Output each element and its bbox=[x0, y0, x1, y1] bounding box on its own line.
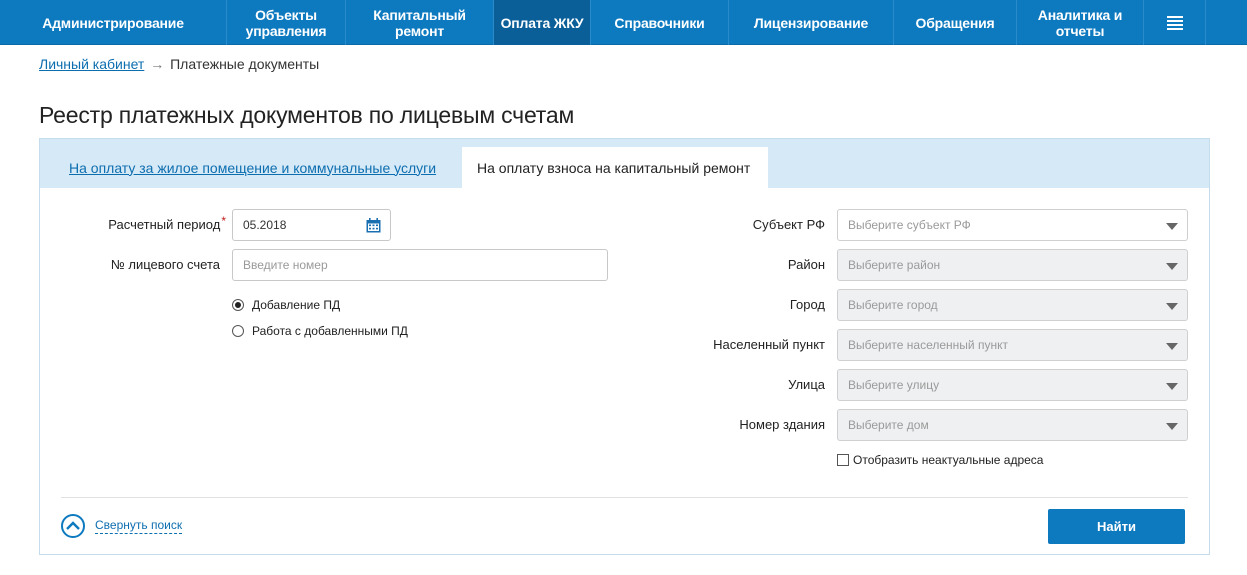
nav-item-administration[interactable]: Администрирование bbox=[0, 0, 227, 45]
city-label: Город bbox=[789, 297, 825, 312]
nav-item-label: Справочники bbox=[614, 14, 705, 31]
district-placeholder: Выберите район bbox=[848, 258, 941, 272]
building-placeholder: Выберите дом bbox=[848, 418, 929, 432]
street-select[interactable]: Выберите улицу bbox=[837, 369, 1188, 401]
district-select[interactable]: Выберите район bbox=[837, 249, 1188, 281]
street-label: Улица bbox=[788, 377, 825, 392]
district-label: Район bbox=[787, 257, 825, 272]
nav-item-label: Обращения bbox=[915, 14, 995, 31]
collapse-search-label: Свернуть поиск bbox=[95, 518, 183, 534]
tab-capital-repair[interactable]: На оплату взноса на капитальный ремонт bbox=[462, 147, 768, 188]
nav-item-references[interactable]: Справочники bbox=[591, 0, 729, 45]
show-inactive-checkbox[interactable]: Отобразить неактуальные адреса bbox=[837, 453, 1043, 467]
checkbox-icon bbox=[837, 454, 849, 466]
top-navigation: Администрирование Объекты управления Кап… bbox=[0, 0, 1247, 45]
account-number-input[interactable]: Введите номер bbox=[232, 249, 608, 281]
nav-item-housing-payment[interactable]: Оплата ЖКУ bbox=[494, 0, 591, 45]
chevron-down-icon bbox=[1166, 223, 1178, 230]
city-placeholder: Выберите город bbox=[848, 298, 938, 312]
menu-button[interactable] bbox=[1144, 0, 1206, 45]
nav-item-appeals[interactable]: Обращения bbox=[894, 0, 1017, 45]
collapse-search-toggle[interactable]: Свернуть поиск bbox=[61, 514, 183, 538]
breadcrumb-separator: → bbox=[150, 56, 165, 72]
chevron-up-icon bbox=[61, 514, 85, 538]
period-label-text: Расчетный период bbox=[108, 217, 221, 232]
subject-placeholder: Выберите субъект РФ bbox=[848, 218, 971, 232]
account-placeholder: Введите номер bbox=[243, 258, 328, 272]
breadcrumb: Личный кабинет → Платежные документы bbox=[39, 56, 319, 72]
nav-item-label: Аналитика и отчеты bbox=[1037, 6, 1123, 39]
chevron-down-icon bbox=[1166, 383, 1178, 390]
menu-icon bbox=[1166, 15, 1183, 30]
period-value: 05.2018 bbox=[243, 218, 287, 232]
show-inactive-label: Отобразить неактуальные адреса bbox=[853, 453, 1044, 467]
nav-item-licensing[interactable]: Лицензирование bbox=[729, 0, 894, 45]
nav-item-label: Объекты управления bbox=[245, 6, 327, 39]
chevron-down-icon bbox=[1166, 303, 1178, 310]
locality-label: Населенный пункт bbox=[713, 337, 825, 352]
radio-add-label: Добавление ПД bbox=[252, 298, 341, 312]
chevron-down-icon bbox=[1166, 423, 1178, 430]
nav-item-analytics[interactable]: Аналитика и отчеты bbox=[1017, 0, 1144, 45]
radio-add-document[interactable]: Добавление ПД bbox=[232, 298, 340, 312]
breadcrumb-home-link[interactable]: Личный кабинет bbox=[39, 56, 144, 72]
radio-work-documents[interactable]: Работа с добавленными ПД bbox=[232, 324, 408, 338]
breadcrumb-current: Платежные документы bbox=[170, 56, 320, 72]
account-label: № лицевого счета bbox=[110, 257, 220, 272]
building-label: Номер здания bbox=[739, 417, 825, 432]
subject-select[interactable]: Выберите субъект РФ bbox=[837, 209, 1188, 241]
radio-checked-icon bbox=[232, 299, 244, 311]
divider bbox=[61, 497, 1188, 498]
radio-work-label: Работа с добавленными ПД bbox=[252, 324, 408, 338]
calendar-icon[interactable] bbox=[366, 218, 381, 233]
radio-unchecked-icon bbox=[232, 325, 244, 337]
nav-item-label: Администрирование bbox=[42, 14, 184, 31]
nav-item-label: Оплата ЖКУ bbox=[500, 14, 584, 31]
nav-item-capital-repair[interactable]: Капитальный ремонт bbox=[346, 0, 494, 45]
locality-placeholder: Выберите населенный пункт bbox=[848, 338, 1008, 352]
tab-bar: На оплату за жилое помещение и коммуналь… bbox=[40, 139, 1209, 188]
period-input[interactable]: 05.2018 bbox=[232, 209, 391, 241]
nav-item-management-objects[interactable]: Объекты управления bbox=[227, 0, 346, 45]
find-button[interactable]: Найти bbox=[1048, 509, 1185, 544]
required-mark: * bbox=[221, 214, 226, 228]
subject-label: Субъект РФ bbox=[752, 217, 825, 232]
search-panel: На оплату за жилое помещение и коммуналь… bbox=[39, 138, 1210, 555]
page-title: Реестр платежных документов по лицевым с… bbox=[39, 102, 575, 128]
locality-select[interactable]: Выберите населенный пункт bbox=[837, 329, 1188, 361]
nav-item-label: Капитальный ремонт bbox=[373, 6, 466, 39]
nav-item-label: Лицензирование bbox=[753, 14, 869, 31]
period-label: Расчетный период* bbox=[80, 214, 226, 232]
chevron-down-icon bbox=[1166, 263, 1178, 270]
tab-housing-utilities[interactable]: На оплату за жилое помещение и коммуналь… bbox=[54, 147, 451, 188]
street-placeholder: Выберите улицу bbox=[848, 378, 940, 392]
city-select[interactable]: Выберите город bbox=[837, 289, 1188, 321]
building-select[interactable]: Выберите дом bbox=[837, 409, 1188, 441]
chevron-down-icon bbox=[1166, 343, 1178, 350]
